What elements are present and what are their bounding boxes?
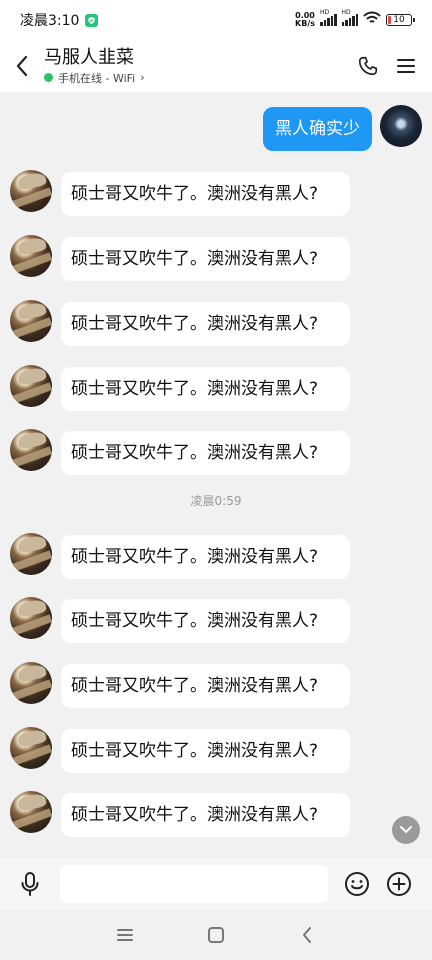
signal-icon: HD (320, 9, 337, 26)
nav-menu-icon (117, 929, 134, 941)
outgoing-message: 黑人确实少 (0, 105, 432, 151)
contact-avatar[interactable] (10, 365, 52, 407)
incoming-bubble[interactable]: 硕士哥又吹牛了。澳洲没有黑人? (61, 535, 350, 579)
incoming-bubble[interactable]: 硕士哥又吹牛了。澳洲没有黑人? (61, 302, 350, 346)
nav-recents-button[interactable] (110, 920, 140, 950)
emoji-button[interactable] (344, 871, 370, 897)
header-actions (356, 54, 432, 78)
phone-icon (358, 56, 378, 76)
nav-home-button[interactable] (201, 920, 231, 950)
contact-avatar[interactable] (10, 235, 52, 277)
back-arrow-icon (16, 55, 28, 77)
message-list[interactable]: 黑人确实少 硕士哥又吹牛了。澳洲没有黑人? 硕士哥又吹牛了。澳洲没有黑人? 硕士… (0, 92, 432, 858)
presence-status: 手机在线 - WiFi › (44, 70, 356, 86)
contact-avatar[interactable] (10, 597, 52, 639)
incoming-bubble[interactable]: 硕士哥又吹牛了。澳洲没有黑人? (61, 237, 350, 281)
signal-2-icon: HD (341, 9, 358, 26)
contact-avatar[interactable] (10, 170, 52, 212)
incoming-message: 硕士哥又吹牛了。澳洲没有黑人? (0, 170, 432, 236)
incoming-message: 硕士哥又吹牛了。澳洲没有黑人? (0, 727, 432, 793)
shield-icon (85, 13, 99, 27)
nav-back-icon (302, 927, 311, 943)
chat-title: 马服人韭菜 (44, 46, 134, 68)
contact-avatar[interactable] (10, 533, 52, 575)
net-speed: 0.00 KB/s (295, 12, 315, 28)
incoming-bubble[interactable]: 硕士哥又吹牛了。澳洲没有黑人? (61, 793, 350, 837)
incoming-message: 硕士哥又吹牛了。澳洲没有黑人? (0, 365, 432, 431)
incoming-bubble[interactable]: 硕士哥又吹牛了。澳洲没有黑人? (61, 664, 350, 708)
contact-avatar[interactable] (10, 791, 52, 833)
signal-2-label: HD (341, 9, 351, 16)
incoming-message: 硕士哥又吹牛了。澳洲没有黑人? (0, 235, 432, 301)
input-bar (0, 858, 432, 910)
incoming-bubble[interactable]: 硕士哥又吹牛了。澳洲没有黑人? (61, 599, 350, 643)
incoming-bubble[interactable]: 硕士哥又吹牛了。澳洲没有黑人? (61, 729, 350, 773)
incoming-message: 硕士哥又吹牛了。澳洲没有黑人? (0, 429, 432, 495)
net-speed-unit: KB/s (295, 19, 315, 28)
contact-avatar[interactable] (10, 662, 52, 704)
message-input[interactable] (60, 865, 328, 903)
battery-level: 10 (393, 15, 405, 25)
back-button[interactable] (0, 40, 44, 92)
scroll-to-bottom-button[interactable] (392, 816, 420, 844)
menu-icon (397, 59, 415, 73)
incoming-message: 硕士哥又吹牛了。澳洲没有黑人? (0, 300, 432, 366)
status-bar: 凌晨3:10 0.00 KB/s HD HD 10 (0, 0, 432, 40)
call-button[interactable] (356, 54, 380, 78)
status-time: 凌晨3:10 (20, 13, 80, 29)
battery-icon: 10 (386, 14, 415, 26)
voice-button[interactable] (0, 871, 60, 897)
incoming-bubble[interactable]: 硕士哥又吹牛了。澳洲没有黑人? (61, 172, 350, 216)
incoming-message: 硕士哥又吹牛了。澳洲没有黑人? (0, 791, 432, 857)
wifi-icon (363, 11, 381, 29)
message-timestamp: 凌晨0:59 (190, 494, 242, 508)
status-right: 0.00 KB/s HD HD 10 (295, 9, 415, 29)
nav-back-button[interactable] (292, 920, 322, 950)
contact-avatar[interactable] (10, 727, 52, 769)
online-dot-icon (44, 73, 53, 82)
more-button[interactable] (386, 871, 412, 897)
incoming-message: 硕士哥又吹牛了。澳洲没有黑人? (0, 597, 432, 663)
incoming-bubble[interactable]: 硕士哥又吹牛了。澳洲没有黑人? (61, 431, 350, 475)
outgoing-bubble[interactable]: 黑人确实少 (263, 107, 372, 151)
self-avatar[interactable] (380, 105, 422, 147)
incoming-message: 硕士哥又吹牛了。澳洲没有黑人? (0, 533, 432, 599)
incoming-message: 硕士哥又吹牛了。澳洲没有黑人? (0, 662, 432, 728)
chat-title-block[interactable]: 马服人韭菜 手机在线 - WiFi › (44, 47, 356, 86)
contact-avatar[interactable] (10, 300, 52, 342)
menu-button[interactable] (394, 54, 418, 78)
chevron-right-icon: › (140, 71, 145, 84)
microphone-icon (21, 872, 39, 896)
chevron-down-icon (400, 826, 412, 834)
system-nav-bar (0, 910, 432, 960)
emoji-icon (345, 872, 369, 896)
incoming-bubble[interactable]: 硕士哥又吹牛了。澳洲没有黑人? (61, 367, 350, 411)
plus-icon (387, 872, 411, 896)
chat-header: 马服人韭菜 手机在线 - WiFi › (0, 40, 432, 92)
nav-home-icon (207, 927, 224, 943)
status-left: 凌晨3:10 (20, 10, 99, 30)
signal-label: HD (320, 9, 330, 16)
contact-avatar[interactable] (10, 429, 52, 471)
presence-text: 手机在线 - WiFi (58, 71, 136, 85)
